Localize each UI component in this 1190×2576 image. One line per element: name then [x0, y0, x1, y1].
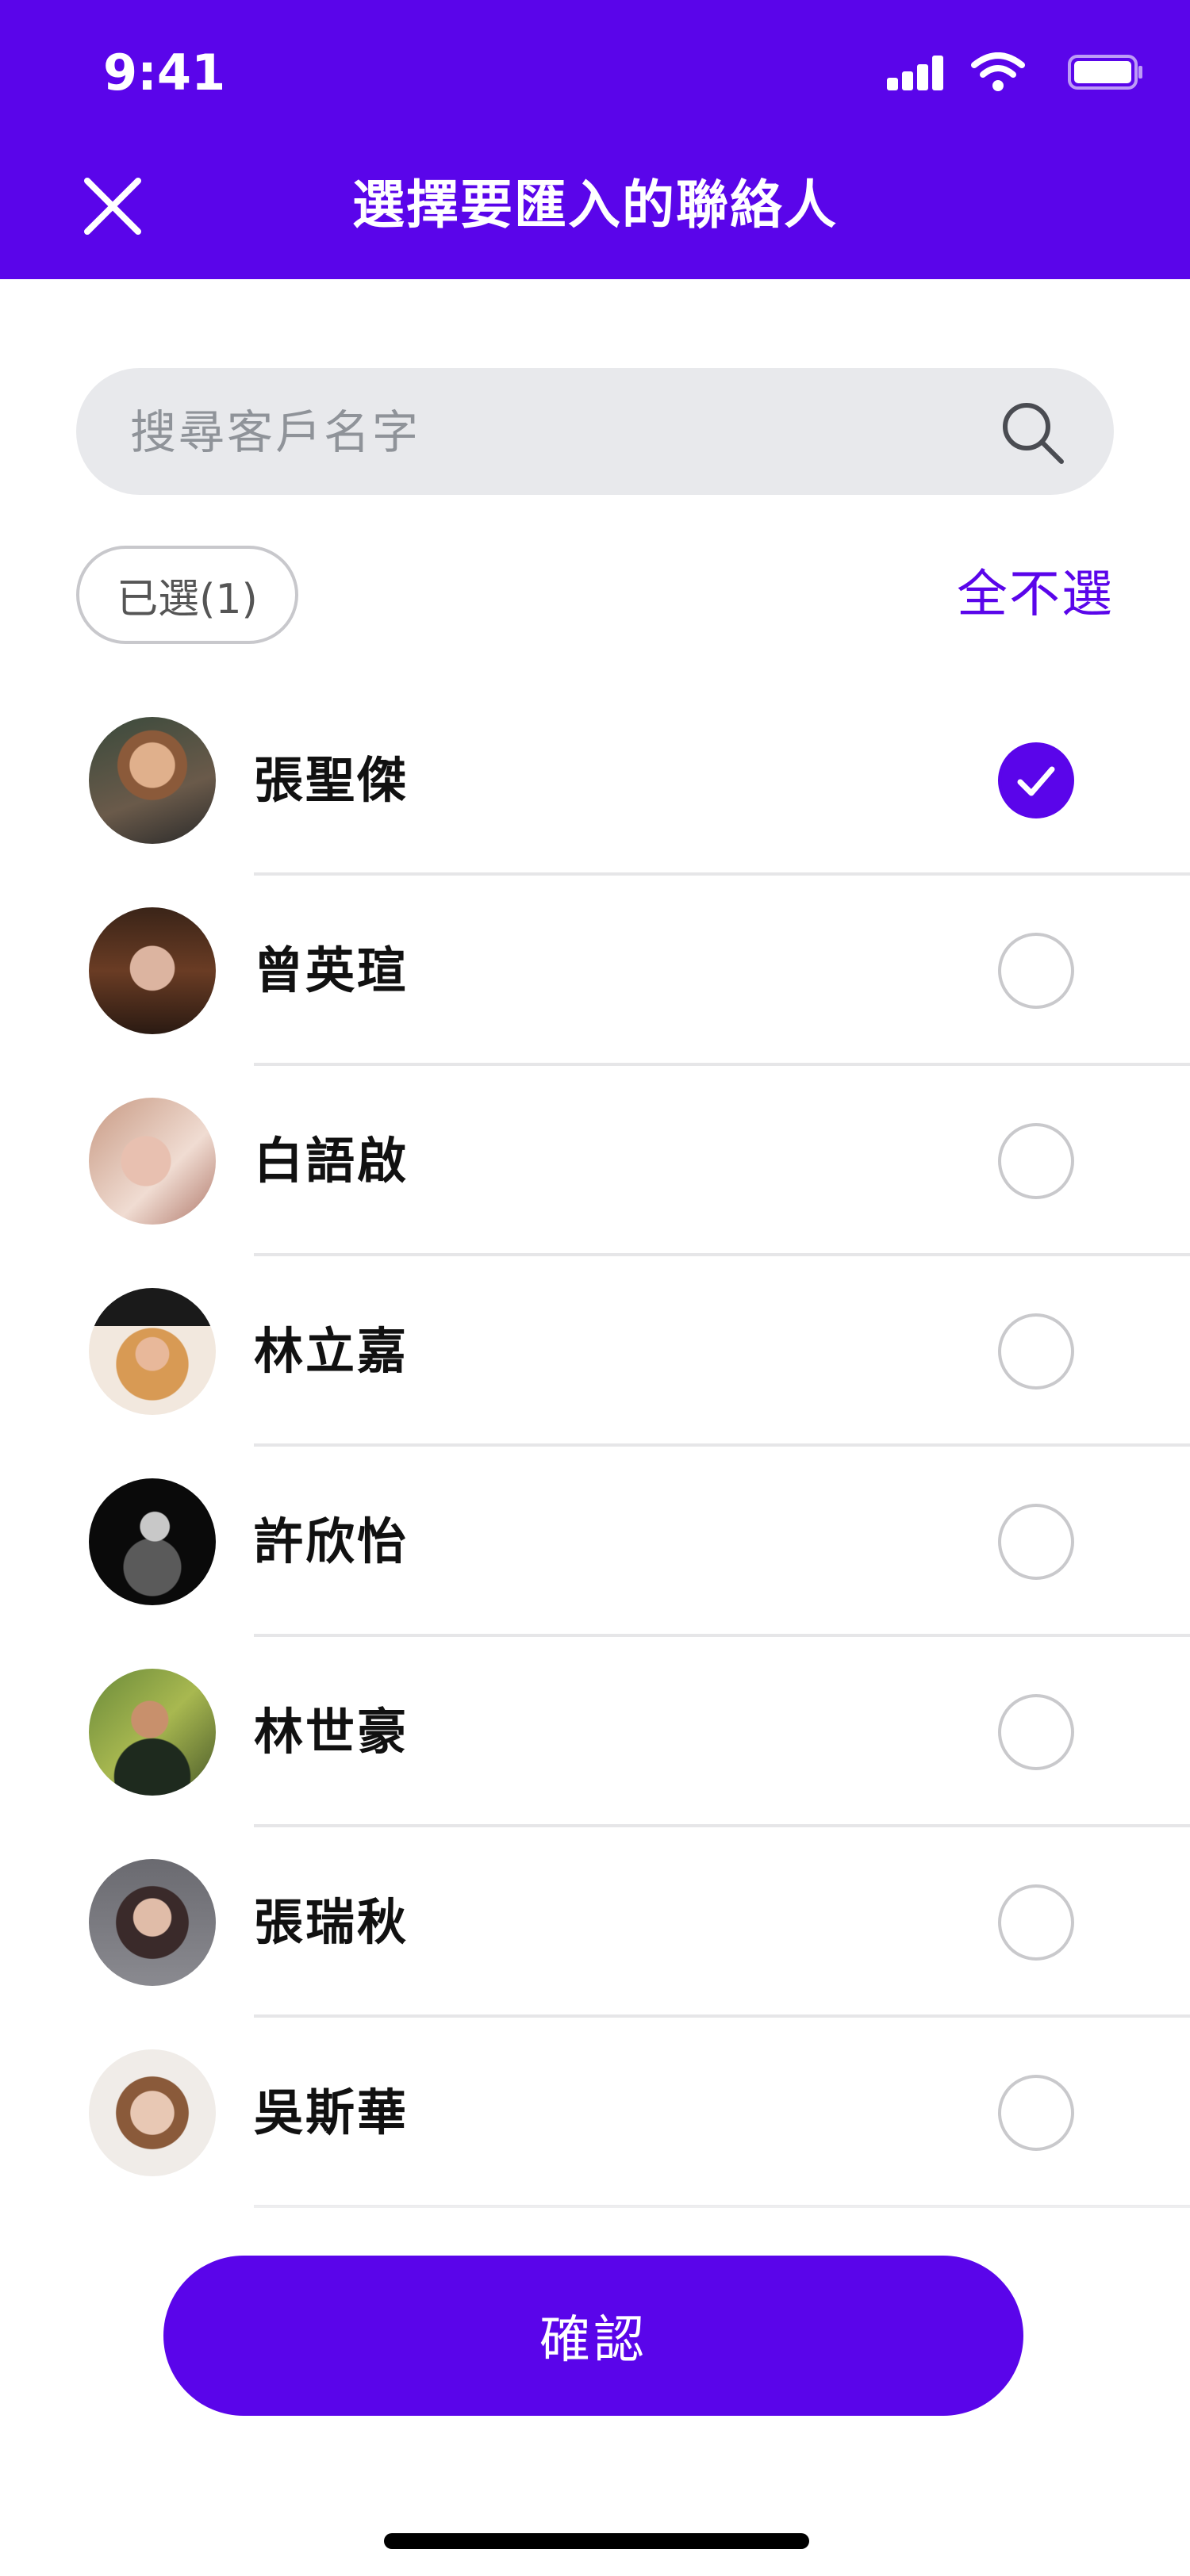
- avatar: [89, 2049, 216, 2176]
- contact-name: 林世豪: [254, 1703, 409, 1761]
- avatar: [89, 1478, 216, 1605]
- battery-icon: [1068, 55, 1142, 90]
- divider: [254, 1824, 1190, 1827]
- contact-row[interactable]: 許欣怡: [0, 1466, 1190, 1656]
- contact-row[interactable]: 林立嘉: [0, 1275, 1190, 1466]
- divider: [254, 872, 1190, 876]
- contact-checkbox[interactable]: [998, 1884, 1074, 1961]
- avatar: [89, 1288, 216, 1415]
- search-icon[interactable]: [998, 398, 1066, 466]
- divider: [254, 1063, 1190, 1066]
- contact-checkbox[interactable]: [998, 2075, 1074, 2151]
- avatar: [89, 1669, 216, 1796]
- avatar: [89, 717, 216, 844]
- app-header: 9:41 選擇要匯入的聯絡人: [0, 0, 1190, 279]
- contact-name: 曾英瑄: [254, 941, 409, 999]
- contact-checkbox[interactable]: [998, 1123, 1074, 1199]
- contact-row[interactable]: 曾英瑄: [0, 895, 1190, 1085]
- status-time: 9:41: [103, 44, 226, 102]
- contact-name: 白語啟: [254, 1132, 409, 1190]
- divider: [254, 2014, 1190, 2018]
- contact-name: 吳斯華: [254, 2083, 409, 2141]
- checkmark-icon: [1017, 766, 1055, 796]
- contact-checkbox[interactable]: [998, 1313, 1074, 1390]
- divider: [254, 1634, 1190, 1637]
- home-indicator: [384, 2533, 809, 2549]
- contact-list: 張聖傑 曾英瑄 白語啟 林立嘉 許欣怡 林世豪 張瑞秋 吳斯華: [0, 704, 1190, 2227]
- contact-checkbox[interactable]: [998, 742, 1074, 818]
- search-bar[interactable]: [76, 368, 1114, 496]
- contact-row[interactable]: 林世豪: [0, 1656, 1190, 1846]
- contact-checkbox[interactable]: [998, 933, 1074, 1009]
- search-input[interactable]: [129, 368, 965, 496]
- contact-checkbox[interactable]: [998, 1504, 1074, 1580]
- cellular-signal-icon: [887, 56, 944, 90]
- wifi-icon: [971, 52, 1025, 91]
- contact-name: 張瑞秋: [254, 1893, 409, 1951]
- confirm-button[interactable]: 確認: [163, 2256, 1023, 2416]
- contact-row[interactable]: 白語啟: [0, 1085, 1190, 1275]
- contact-name: 張聖傑: [254, 751, 409, 809]
- contact-row[interactable]: 張聖傑: [0, 704, 1190, 895]
- contact-checkbox[interactable]: [998, 1694, 1074, 1770]
- deselect-all-button[interactable]: 全不選: [957, 555, 1114, 634]
- divider: [254, 1253, 1190, 1256]
- page-title: 選擇要匯入的聯絡人: [352, 174, 838, 236]
- avatar: [89, 1098, 216, 1225]
- avatar: [89, 907, 216, 1034]
- contact-name: 林立嘉: [254, 1322, 409, 1380]
- avatar: [89, 1859, 216, 1986]
- contact-row[interactable]: 張瑞秋: [0, 1846, 1190, 2037]
- divider: [254, 1443, 1190, 1447]
- selected-count-chip[interactable]: 已選(1): [76, 546, 298, 644]
- contact-name: 許欣怡: [254, 1512, 409, 1570]
